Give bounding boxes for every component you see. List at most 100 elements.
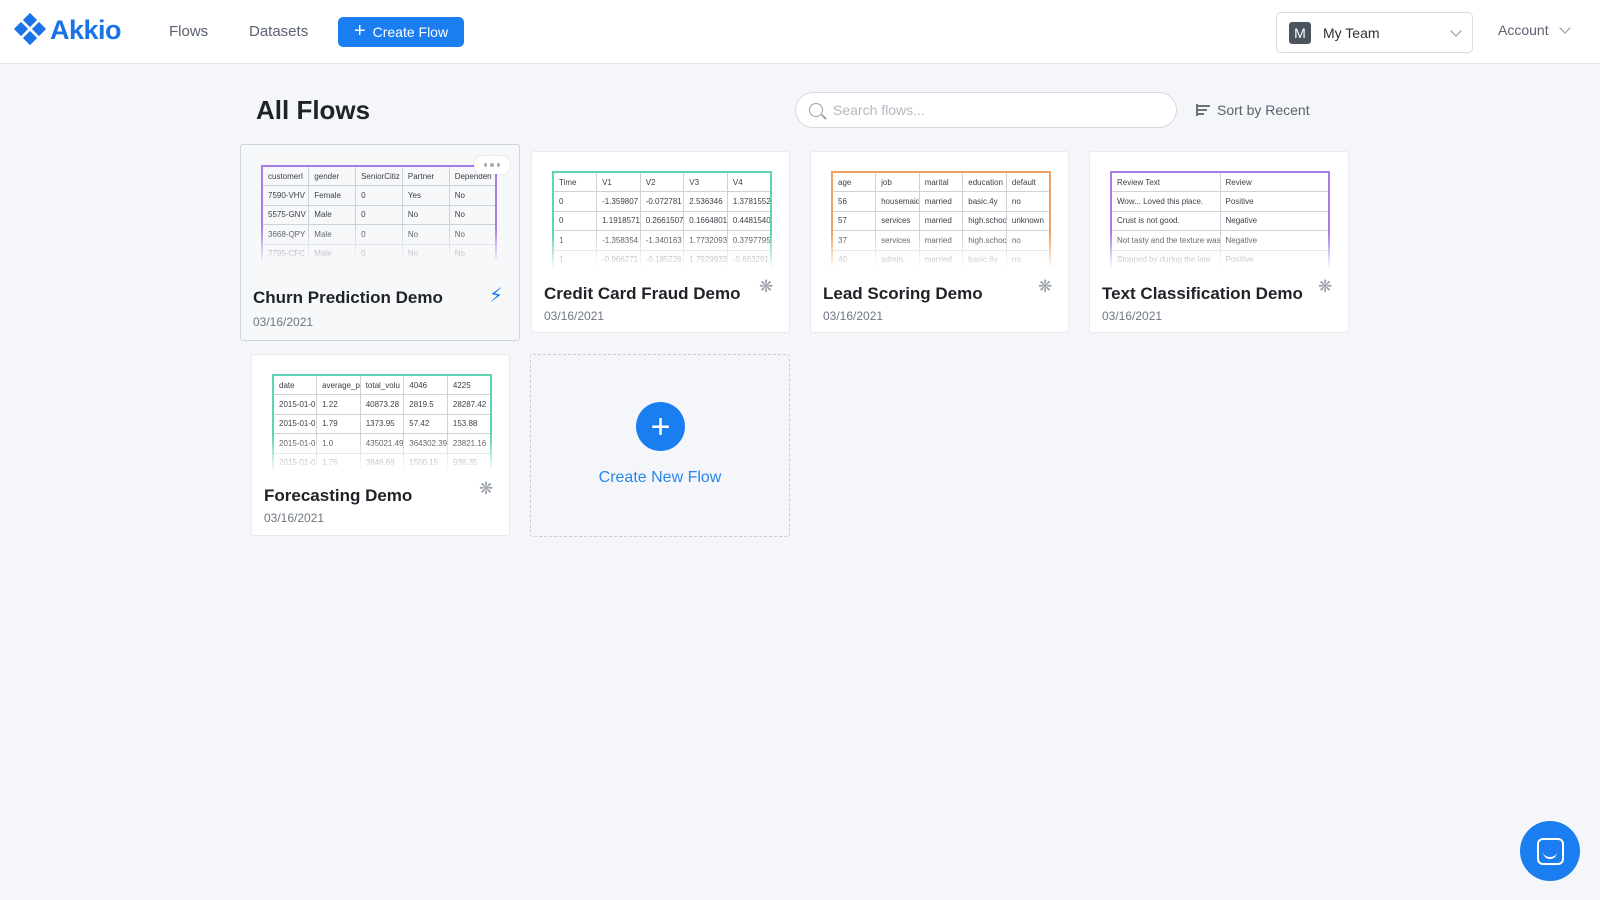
preview-fade	[552, 233, 772, 267]
preview-cell: unknown	[1005, 210, 1051, 231]
preview-cell: marital	[918, 171, 964, 192]
preview-cell: Time	[552, 171, 598, 192]
preview-cell: Review Text	[1110, 171, 1221, 192]
page-title: All Flows	[256, 95, 371, 125]
flow-card[interactable]: Review Text Review Wow... Loved this place…	[1089, 151, 1349, 333]
preview-cell: job	[875, 171, 920, 192]
preview-cell: 57.42	[403, 413, 448, 434]
dataset-preview-table: age job marital education default 56 housemaid…	[831, 171, 1051, 267]
top-nav: Akkio Flows Datasets + Create Flow M My …	[0, 0, 1600, 64]
preview-cell: total_volu	[359, 374, 405, 395]
preview-cell: high.school	[962, 210, 1007, 231]
preview-cell: date	[272, 374, 318, 395]
preview-cell: 2.536346	[683, 191, 728, 212]
nav-datasets-link[interactable]: Datasets	[249, 23, 308, 40]
preview-cell: gender	[308, 165, 357, 186]
preview-cell: 5575-GNV	[261, 204, 310, 225]
flow-title: Forecasting Demo	[264, 486, 413, 505]
chat-icon	[1536, 837, 1564, 865]
akkio-logo[interactable]: Akkio	[13, 12, 122, 46]
account-label: Account	[1498, 22, 1549, 38]
team-avatar: M	[1289, 21, 1311, 44]
sort-button[interactable]: Sort by Recent	[1196, 102, 1310, 118]
preview-cell: 57	[831, 210, 877, 231]
preview-row: 0 1.1918571 0.2661507 0.1664801 0.4481540	[552, 210, 772, 231]
preview-cell: Male	[308, 204, 357, 225]
preview-cell: 2015-01-0	[272, 394, 318, 415]
flow-card[interactable]: Time V1 V2 V3 V4 0 -1.359807 -0.072781 2.536346 1…	[531, 151, 790, 333]
preview-cell: default	[1005, 171, 1051, 192]
brand-name: Akkio	[50, 14, 122, 45]
preview-cell: housemaid	[875, 191, 920, 212]
flow-date: 03/16/2021	[823, 309, 884, 323]
flow-card[interactable]: age job marital education default 56 housemaid…	[810, 151, 1069, 333]
preview-header-row: age job marital education default	[831, 171, 1051, 192]
preview-cell: 56	[831, 191, 877, 212]
flow-date: 03/16/2021	[264, 511, 325, 525]
preview-cell: Crust is not good.	[1110, 210, 1221, 231]
preview-cell: Positive	[1219, 191, 1330, 212]
search-icon	[809, 103, 823, 117]
preview-cell: 40873.28	[359, 394, 405, 415]
preview-cell: V4	[726, 171, 772, 192]
chevron-down-icon	[1450, 24, 1462, 37]
flow-title: Text Classification Demo	[1102, 284, 1303, 303]
flow-card[interactable]: customerI gender SeniorCitiz Partner Depende…	[240, 144, 520, 341]
flow-title: Lead Scoring Demo	[823, 284, 983, 303]
preview-cell: basic.4y	[962, 191, 1007, 212]
search-box[interactable]	[795, 92, 1177, 128]
preview-cell: education	[962, 171, 1007, 192]
search-input[interactable]	[833, 102, 1153, 118]
dataset-preview-table: Review Text Review Wow... Loved this place…	[1110, 171, 1330, 267]
dataset-preview-table: customerI gender SeniorCitiz Partner Depende…	[261, 165, 497, 261]
preview-fade	[272, 436, 492, 470]
dataset-preview-table: date average_p total_volu 4046 4225 2015-01-0…	[272, 374, 492, 470]
team-selector[interactable]: M My Team	[1276, 12, 1473, 53]
preview-cell: average_p	[316, 374, 361, 395]
bolt-icon: ⚡︎	[489, 285, 504, 307]
preview-row: 0 -1.359807 -0.072781 2.536346 1.3781552	[552, 191, 772, 212]
create-new-flow-card[interactable]: + Create New Flow	[530, 354, 790, 537]
preview-header-row: date average_p total_volu 4046 4225	[272, 374, 492, 395]
account-menu[interactable]: Account	[1498, 22, 1571, 38]
chat-launcher-button[interactable]	[1520, 821, 1580, 881]
preview-header-row: Review Text Review	[1110, 171, 1330, 192]
sort-icon	[1196, 104, 1210, 116]
preview-cell: SeniorCitiz	[355, 165, 403, 186]
sparkle-icon: ❋	[1038, 277, 1053, 296]
preview-cell: No	[448, 185, 497, 206]
create-flow-label: Create Flow	[372, 24, 449, 40]
preview-cell: married	[918, 210, 964, 231]
preview-cell: 0.4481540	[726, 210, 772, 231]
preview-cell: 153.88	[446, 413, 492, 434]
more-options-icon[interactable]	[474, 156, 510, 174]
preview-cell: Female	[308, 185, 357, 206]
logo-mark-icon	[13, 12, 47, 46]
preview-cell: V3	[683, 171, 728, 192]
preview-fade	[261, 227, 497, 261]
dataset-preview-table: Time V1 V2 V3 V4 0 -1.359807 -0.072781 2.536346 1…	[552, 171, 772, 267]
preview-cell: No	[448, 204, 497, 225]
preview-cell: 1.1918571	[596, 210, 641, 231]
preview-cell: Wow... Loved this place.	[1110, 191, 1221, 212]
create-flow-button[interactable]: + Create Flow	[338, 17, 464, 47]
preview-cell: customerI	[261, 165, 310, 186]
sparkle-icon: ❋	[479, 479, 494, 498]
preview-cell: 7590-VHV	[261, 185, 310, 206]
preview-cell: married	[918, 191, 964, 212]
sparkle-icon: ❋	[759, 277, 774, 296]
preview-cell: 1.79	[316, 413, 361, 434]
preview-cell: 1.3781552	[726, 191, 772, 212]
flow-card[interactable]: date average_p total_volu 4046 4225 2015-01-0…	[251, 354, 510, 536]
preview-cell: -1.359807	[596, 191, 641, 212]
preview-cell: 0	[552, 210, 598, 231]
preview-cell: 0	[355, 204, 403, 225]
plus-circle-icon: +	[636, 402, 685, 451]
preview-row: 2015-01-0 1.22 40873.28 2819.5 28287.42	[272, 394, 492, 415]
preview-cell: services	[875, 210, 920, 231]
preview-cell: 2015-01-0	[272, 413, 318, 434]
preview-cell: V1	[596, 171, 641, 192]
flow-date: 03/16/2021	[253, 315, 314, 329]
nav-flows-link[interactable]: Flows	[169, 23, 208, 40]
chevron-down-icon	[1558, 22, 1571, 34]
